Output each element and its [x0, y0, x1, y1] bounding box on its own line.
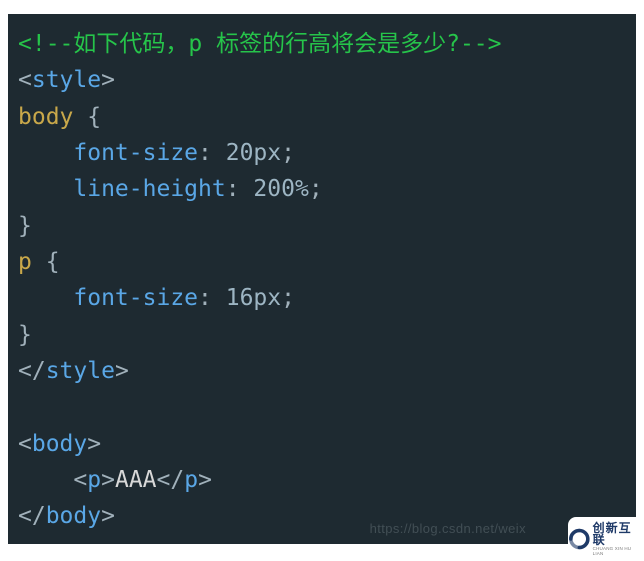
tag-style: style: [46, 358, 115, 384]
brace-open: {: [73, 104, 101, 130]
tag-body: body: [46, 503, 101, 529]
semicolon: ;: [281, 140, 295, 166]
tag-body: body: [32, 431, 87, 457]
selector-p: p: [18, 249, 32, 275]
angle-close: >: [87, 431, 101, 457]
comment-text: 如下代码，p 标签的行高将会是多少?: [73, 31, 460, 57]
angle-close-open: </: [18, 503, 46, 529]
angle-close-open: </: [18, 358, 46, 384]
colon: :: [198, 285, 226, 311]
comment-open: <!--: [18, 31, 73, 57]
code-screenshot-frame: <!--如下代码，p 标签的行高将会是多少?--> <style> body {…: [0, 0, 644, 561]
code-line-style-open: <style>: [18, 62, 626, 98]
tag-style: style: [32, 67, 101, 93]
prop-line-height: line-height: [18, 176, 226, 202]
colon: :: [226, 176, 254, 202]
tag-p: p: [184, 467, 198, 493]
code-line-body-fontsize: font-size: 20px;: [18, 135, 626, 171]
angle-close: >: [101, 503, 115, 529]
code-line-p-fontsize: font-size: 16px;: [18, 280, 626, 316]
angle-open: <: [18, 67, 32, 93]
code-line-body-open: <body>: [18, 426, 626, 462]
angle-close-open: </: [157, 467, 185, 493]
angle-close: >: [101, 67, 115, 93]
code-line-p-selector: p {: [18, 244, 626, 280]
code-line-body-close: </body>: [18, 498, 626, 534]
code-line-body-selector: body {: [18, 99, 626, 135]
code-line-brace-close-2: }: [18, 317, 626, 353]
comment-close: -->: [460, 31, 502, 57]
value-200pct: 200%: [253, 176, 308, 202]
text-content-aaa: AAA: [115, 467, 157, 493]
brand-name-en: CHUANG XIN HU LIAN: [593, 547, 638, 556]
code-line-brace-close: }: [18, 208, 626, 244]
angle-close: >: [198, 467, 212, 493]
semicolon: ;: [281, 285, 295, 311]
code-line-body-lineheight: line-height: 200%;: [18, 171, 626, 207]
code-line-blank: [18, 389, 626, 425]
code-line-p-element: <p>AAA</p>: [18, 462, 626, 498]
tag-p: p: [87, 467, 101, 493]
brace-close: }: [18, 213, 32, 239]
indent: [18, 467, 73, 493]
brace-close: }: [18, 322, 32, 348]
code-line-comment: <!--如下代码，p 标签的行高将会是多少?-->: [18, 26, 626, 62]
selector-body: body: [18, 104, 73, 130]
value-16px: 16px: [226, 285, 281, 311]
value-20px: 20px: [226, 140, 281, 166]
colon: :: [198, 140, 226, 166]
prop-font-size: font-size: [18, 140, 198, 166]
angle-open: <: [18, 431, 32, 457]
code-block: <!--如下代码，p 标签的行高将会是多少?--> <style> body {…: [8, 14, 636, 544]
semicolon: ;: [309, 176, 323, 202]
angle-open: <: [73, 467, 87, 493]
prop-font-size: font-size: [18, 285, 198, 311]
angle-close: >: [115, 358, 129, 384]
code-line-style-close: </style>: [18, 353, 626, 389]
angle-close: >: [101, 467, 115, 493]
brace-open: {: [32, 249, 60, 275]
